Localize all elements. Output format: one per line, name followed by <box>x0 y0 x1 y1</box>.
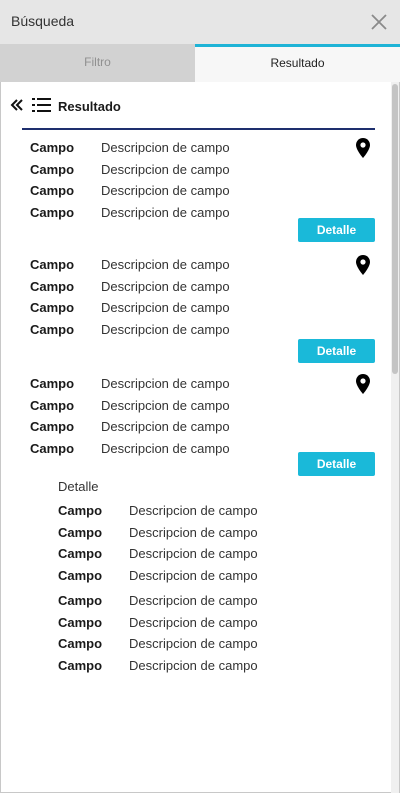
scrollbar-thumb[interactable] <box>392 84 398 374</box>
tab-bar: Filtro Resultado <box>0 44 400 82</box>
field-value: Descripcion de campo <box>101 140 230 155</box>
field-value: Descripcion de campo <box>129 658 258 673</box>
field-key: Campo <box>30 419 75 434</box>
map-pin-icon[interactable] <box>356 374 370 394</box>
field-key: Campo <box>58 546 103 561</box>
field-value: Descripcion de campo <box>129 525 258 540</box>
detalle-button[interactable]: Detalle <box>298 218 375 242</box>
field-value: Descripcion de campo <box>101 441 230 456</box>
field-value: Descripcion de campo <box>101 398 230 413</box>
field-value: Descripcion de campo <box>129 615 258 630</box>
results-divider <box>22 128 375 130</box>
field-value: Descripcion de campo <box>129 636 258 651</box>
field-value: Descripcion de campo <box>129 593 258 608</box>
window-header: Búsqueda <box>0 0 400 44</box>
field-key: Campo <box>30 183 75 198</box>
field-key: Campo <box>58 568 103 583</box>
field-key: Campo <box>30 162 75 177</box>
field-key: Campo <box>30 140 75 155</box>
field-key: Campo <box>30 398 75 413</box>
field-key: Campo <box>30 279 75 294</box>
field-key: Campo <box>58 503 103 518</box>
field-key: Campo <box>58 615 103 630</box>
double-chevron-left-icon[interactable] <box>10 98 24 112</box>
field-value: Descripcion de campo <box>129 503 258 518</box>
field-value: Descripcion de campo <box>101 376 230 391</box>
field-key: Campo <box>58 525 103 540</box>
results-panel: Resultado Campo Descripcion de campo Cam… <box>0 82 400 793</box>
field-value: Descripcion de campo <box>101 322 230 337</box>
field-key: Campo <box>30 376 75 391</box>
close-icon[interactable] <box>370 13 388 31</box>
field-key: Campo <box>30 441 75 456</box>
window-title: Búsqueda <box>11 13 75 29</box>
scrollbar-track[interactable] <box>391 82 399 793</box>
field-value: Descripcion de campo <box>101 300 230 315</box>
field-key: Campo <box>30 257 75 272</box>
field-key: Campo <box>58 636 103 651</box>
field-value: Descripcion de campo <box>101 419 230 434</box>
field-value: Descripcion de campo <box>129 568 258 583</box>
map-pin-icon[interactable] <box>356 138 370 158</box>
field-key: Campo <box>30 322 75 337</box>
detalle-button[interactable]: Detalle <box>298 339 375 363</box>
map-pin-icon[interactable] <box>356 255 370 275</box>
results-title: Resultado <box>58 99 121 114</box>
field-key: Campo <box>58 593 103 608</box>
detail-title: Detalle <box>58 479 99 494</box>
field-value: Descripcion de campo <box>101 279 230 294</box>
list-icon <box>32 98 51 112</box>
tab-resultado[interactable]: Resultado <box>195 44 400 82</box>
field-key: Campo <box>58 658 103 673</box>
field-value: Descripcion de campo <box>101 257 230 272</box>
field-key: Campo <box>30 205 75 220</box>
field-value: Descripcion de campo <box>101 183 230 198</box>
field-value: Descripcion de campo <box>101 162 230 177</box>
field-value: Descripcion de campo <box>101 205 230 220</box>
field-value: Descripcion de campo <box>129 546 258 561</box>
detalle-button[interactable]: Detalle <box>298 452 375 476</box>
results-header: Resultado <box>1 82 393 132</box>
field-key: Campo <box>30 300 75 315</box>
tab-filtro[interactable]: Filtro <box>0 44 195 82</box>
